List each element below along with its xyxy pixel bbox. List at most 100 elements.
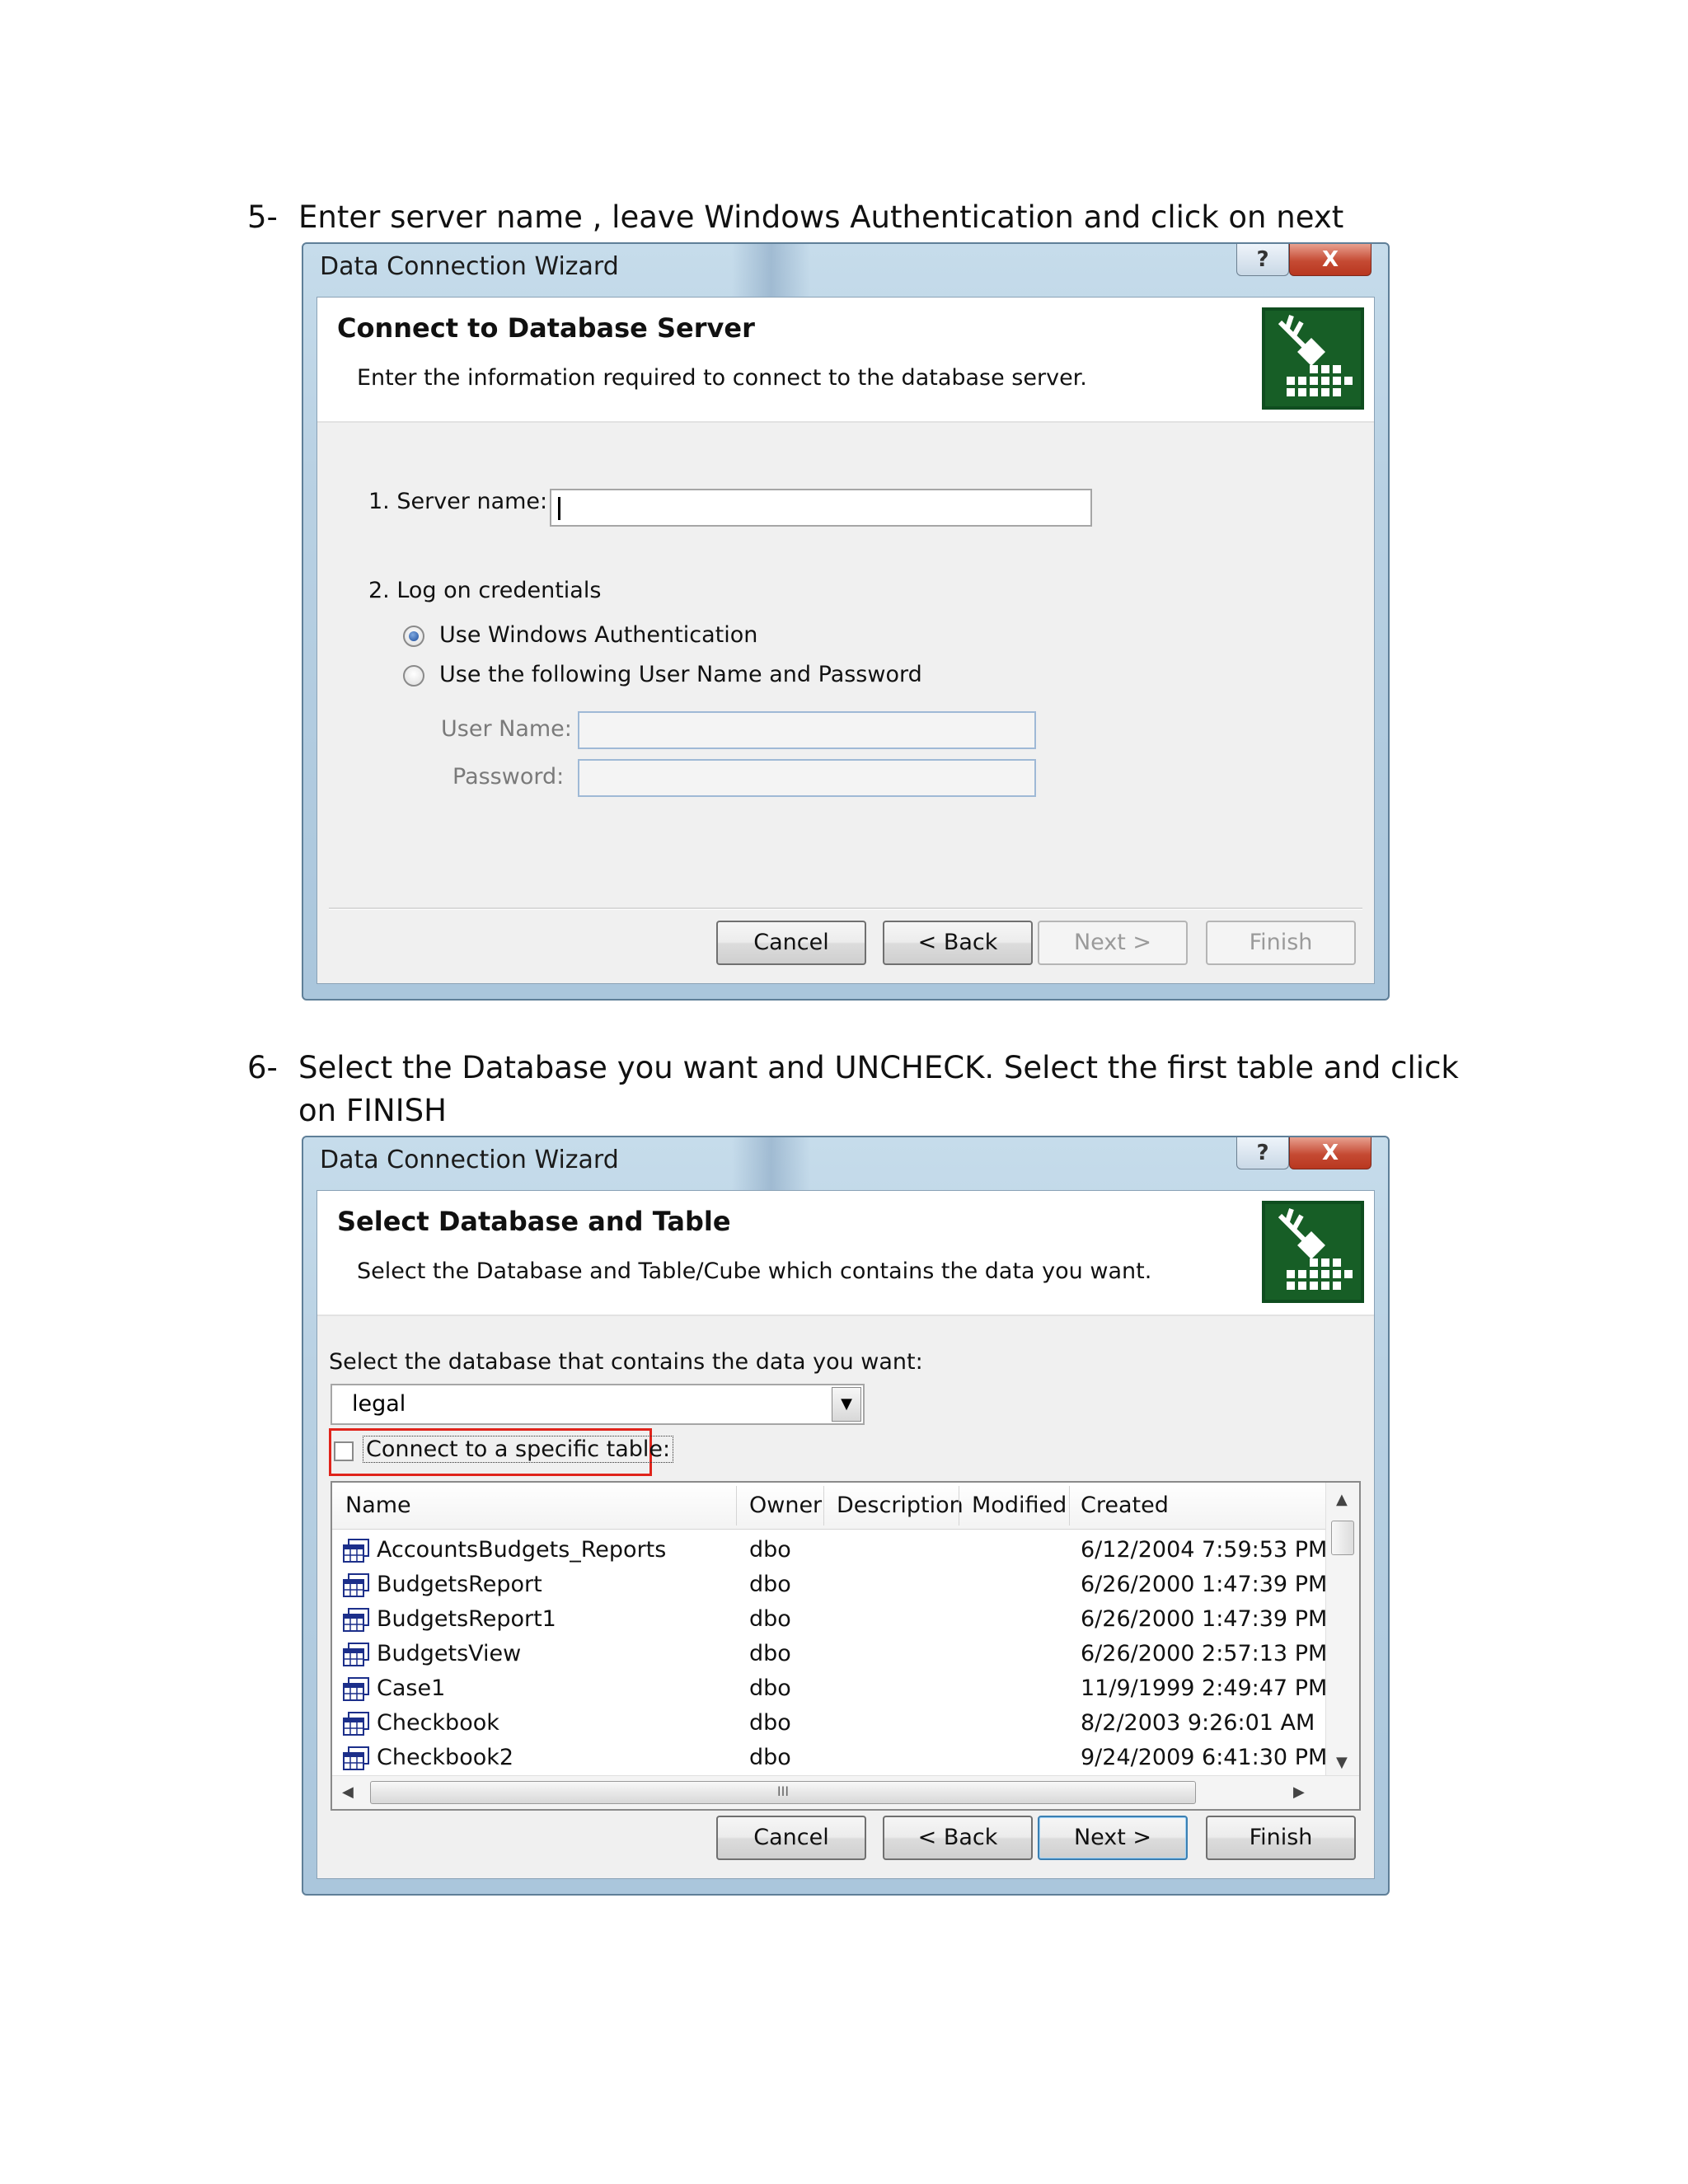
back-button[interactable]: < Back [883,921,1033,965]
title-bar[interactable]: Data Connection Wizard ? X [303,1137,1388,1190]
page-title: Connect to Database Server [337,312,755,344]
button-separator [329,907,1362,910]
table-row[interactable]: BudgetsView dbo 6/26/2000 2:57:13 PM [332,1638,1328,1672]
windows-auth-label[interactable]: Use Windows Authentication [439,622,757,648]
cell-owner: dbo [749,1710,791,1736]
title-bar[interactable]: Data Connection Wizard ? X [303,244,1388,297]
cell-owner: dbo [749,1641,791,1666]
cell-created: 6/26/2000 1:47:39 PM [1081,1572,1328,1597]
database-select-label: Select the database that contains the da… [329,1349,923,1375]
scroll-down-icon[interactable]: ▼ [1336,1754,1348,1771]
column-header-owner[interactable]: Owner [749,1493,822,1518]
credentials-label: 2. Log on credentials [368,578,602,603]
cell-created: 6/26/2000 2:57:13 PM [1081,1641,1328,1666]
dialog-client-area: Select Database and Table Select the Dat… [316,1190,1375,1879]
column-divider[interactable] [823,1486,824,1526]
scroll-up-icon[interactable]: ▲ [1336,1491,1348,1508]
close-button[interactable]: X [1289,1137,1372,1169]
table-row[interactable]: Case1 dbo 11/9/1999 2:49:47 PM [332,1672,1327,1707]
table-icon [343,1746,369,1770]
scroll-right-icon[interactable]: ▶ [1293,1783,1305,1801]
table-row[interactable]: Checkbook2 dbo 9/24/2009 6:41:30 PM [332,1741,1328,1776]
table-row[interactable]: BudgetsReport dbo 6/26/2000 1:47:39 PM [332,1568,1328,1603]
user-password-radio[interactable] [403,665,424,687]
page-description: Enter the information required to connec… [357,365,1087,391]
dropdown-arrow-icon[interactable]: ▼ [832,1387,861,1422]
next-button[interactable]: Next > [1038,921,1188,965]
back-button[interactable]: < Back [883,1816,1033,1860]
wizard-header: Select Database and Table Select the Dat… [317,1191,1374,1316]
title-bar-glass [732,1137,810,1190]
user-password-label[interactable]: Use the following User Name and Password [439,662,922,687]
list-header: Name Owner Description Modified Created [332,1483,1326,1530]
table-icon [343,1712,369,1736]
column-header-modified[interactable]: Modified [972,1493,1067,1518]
windows-auth-radio[interactable] [403,626,424,647]
cell-name: BudgetsView [377,1641,522,1666]
select-database-dialog: Data Connection Wizard ? X Select Databa… [302,1136,1390,1896]
cell-owner: dbo [749,1606,791,1632]
specific-table-checkbox[interactable] [334,1441,354,1461]
vertical-scroll-thumb[interactable] [1331,1521,1354,1555]
cell-name: Checkbook [377,1710,499,1736]
cell-created: 6/26/2000 1:47:39 PM [1081,1606,1328,1632]
database-plug-icon [1262,307,1364,410]
finish-button[interactable]: Finish [1206,1816,1356,1860]
page-title: Select Database and Table [337,1206,731,1237]
scroll-left-icon[interactable]: ◀ [342,1783,354,1801]
step-text: Enter server name , leave Windows Authen… [298,199,1344,235]
radio-selected-dot [409,631,419,641]
username-input[interactable] [578,711,1036,749]
username-label: User Name: [441,716,572,742]
cell-owner: dbo [749,1537,791,1563]
cell-name: Checkbook2 [377,1745,514,1770]
page-description: Select the Database and Table/Cube which… [357,1258,1152,1284]
cancel-button[interactable]: Cancel [716,921,866,965]
table-icon [343,1573,369,1597]
cell-name: BudgetsReport [377,1572,542,1597]
horizontal-scrollbar[interactable]: ◀ III ▶ [332,1775,1359,1809]
column-header-description[interactable]: Description [837,1493,964,1518]
step-number: 5- [247,199,278,235]
help-button[interactable]: ? [1236,1137,1289,1169]
cell-owner: dbo [749,1572,791,1597]
step-6-instruction: 6- Select the Database you want and UNCH… [247,1047,1500,1137]
table-row[interactable]: BudgetsReport1 dbo 6/26/2000 1:47:39 PM [332,1603,1328,1638]
step-number: 6- [247,1050,278,1085]
cell-name: AccountsBudgets_Reports [377,1537,667,1563]
step-text: Select the Database you want and UNCHECK… [298,1050,1459,1128]
cell-created: 6/12/2004 7:59:53 PM [1081,1537,1328,1563]
cell-name: Case1 [377,1675,446,1701]
password-input[interactable] [578,759,1036,797]
database-dropdown[interactable]: legal ▼ [331,1384,865,1425]
help-button[interactable]: ? [1236,244,1289,276]
step-5-instruction: 5- Enter server name , leave Windows Aut… [247,196,1500,246]
vertical-scrollbar[interactable]: ▲ ▼ [1325,1483,1359,1776]
cancel-button[interactable]: Cancel [716,1816,866,1860]
table-icon [343,1643,369,1666]
finish-button[interactable]: Finish [1206,921,1356,965]
cell-created: 8/2/2003 9:26:01 AM [1081,1710,1315,1736]
column-divider[interactable] [1069,1486,1070,1526]
database-plug-icon [1262,1201,1364,1303]
password-label: Password: [452,764,565,790]
table-row[interactable]: Checkbook dbo 8/2/2003 9:26:01 AM [332,1707,1326,1741]
cell-owner: dbo [749,1675,791,1701]
column-divider[interactable] [736,1486,737,1526]
table-list[interactable]: Name Owner Description Modified Created … [331,1481,1361,1811]
table-icon [343,1677,369,1701]
close-button[interactable]: X [1289,244,1372,276]
server-name-input[interactable] [550,489,1092,527]
server-name-label: 1. Server name: [368,489,548,514]
dialog-client-area: Connect to Database Server Enter the inf… [316,297,1375,984]
column-header-created[interactable]: Created [1081,1493,1169,1518]
horizontal-scroll-thumb[interactable]: III [370,1781,1196,1804]
wizard-header: Connect to Database Server Enter the inf… [317,298,1374,423]
title-bar-glass [732,244,810,297]
table-icon [343,1608,369,1632]
cell-created: 9/24/2009 6:41:30 PM [1081,1745,1328,1770]
table-row[interactable]: AccountsBudgets_Reports dbo 6/12/2004 7:59… [332,1534,1328,1568]
column-header-name[interactable]: Name [345,1493,411,1518]
specific-table-label[interactable]: Connect to a specific table: [362,1436,674,1463]
next-button[interactable]: Next > [1038,1816,1188,1860]
